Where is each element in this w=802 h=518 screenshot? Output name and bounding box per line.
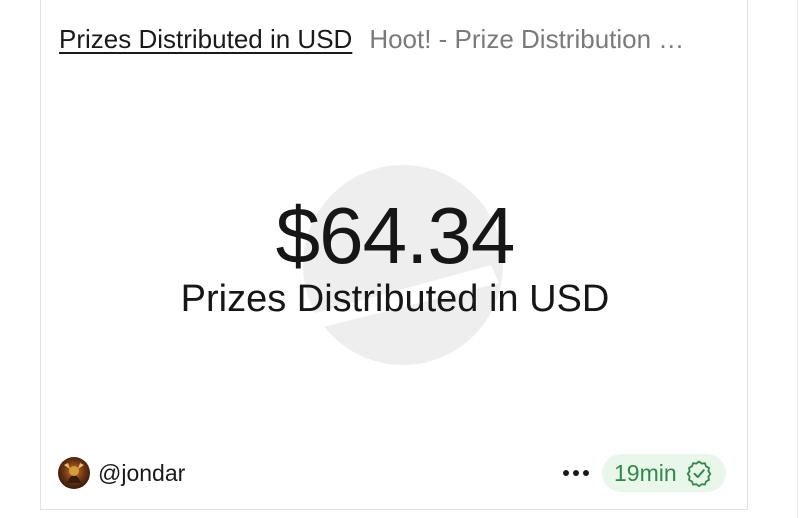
page: Prizes Distributed in USD Hoot! - Prize …	[0, 0, 802, 518]
avatar[interactable]	[58, 457, 90, 489]
counter-card: Prizes Distributed in USD Hoot! - Prize …	[40, 0, 748, 510]
author-info: @jondar	[58, 456, 185, 490]
author-username-link[interactable]: @jondar	[98, 460, 185, 487]
adjacent-panel-edge	[797, 0, 798, 518]
refresh-time-text: 19min	[614, 459, 677, 486]
visualization-title-link[interactable]: Prizes Distributed in USD	[59, 24, 352, 55]
refresh-time-badge[interactable]: 19min	[602, 454, 726, 492]
more-options-button[interactable]	[559, 456, 593, 490]
card-meta: 19min	[559, 454, 726, 492]
counter-display: $64.34 Prizes Distributed in USD	[41, 188, 749, 322]
more-horizontal-icon	[563, 470, 589, 476]
verified-check-icon	[685, 459, 713, 487]
counter-label: Prizes Distributed in USD	[180, 278, 610, 320]
counter-value: $64.34	[275, 191, 516, 280]
query-name-link[interactable]: Hoot! - Prize Distribution …	[369, 24, 735, 55]
card-header: Prizes Distributed in USD Hoot! - Prize …	[59, 22, 735, 56]
avatar-image	[58, 457, 90, 489]
